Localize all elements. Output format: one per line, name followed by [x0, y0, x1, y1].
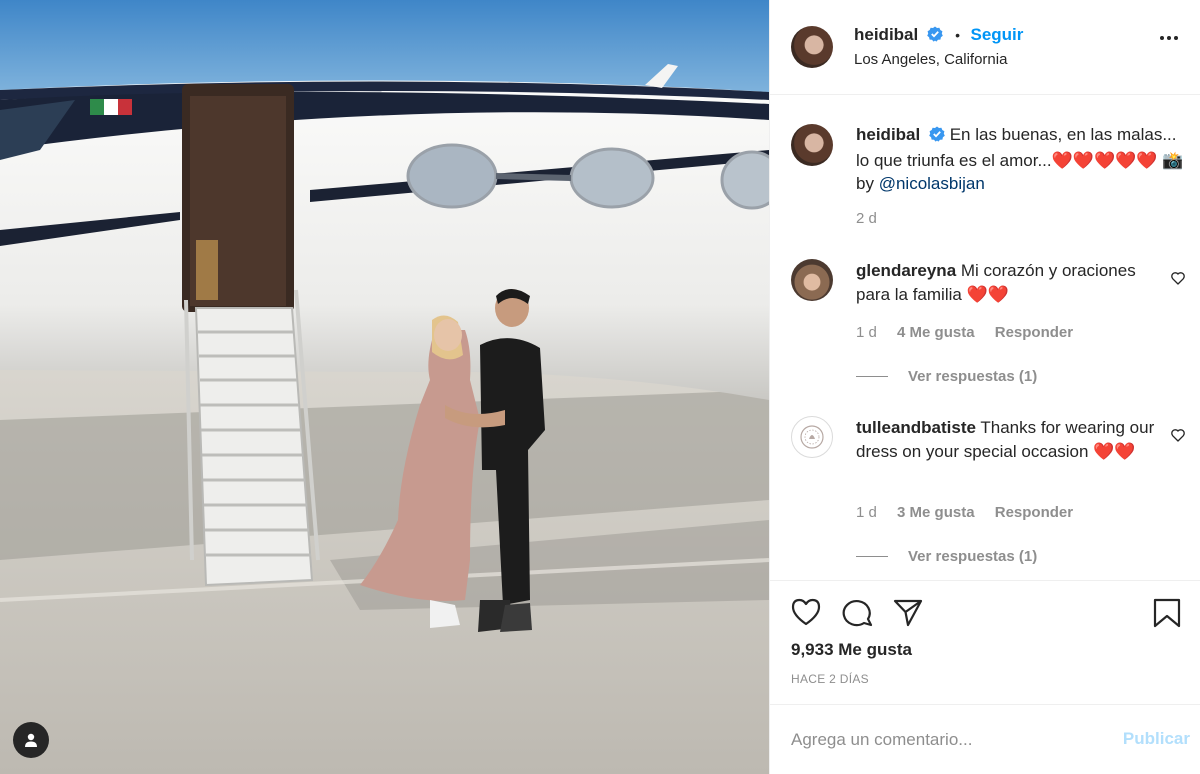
tagged-users-button[interactable]: [13, 722, 49, 758]
view-replies-button[interactable]: Ver respuestas (1): [856, 548, 1037, 565]
add-comment-bar: Publicar: [770, 704, 1200, 774]
action-bar: [770, 580, 1200, 628]
author-avatar[interactable]: [791, 26, 833, 68]
comment-like-heart-icon[interactable]: [1170, 427, 1186, 448]
save-bookmark-icon[interactable]: [1152, 597, 1182, 634]
comment-avatar[interactable]: [791, 416, 833, 458]
author-username[interactable]: heidibal: [854, 25, 918, 44]
comment-likes[interactable]: 4 Me gusta: [897, 324, 975, 341]
post-photo[interactable]: [0, 0, 769, 774]
view-replies-label: Ver respuestas (1): [908, 548, 1038, 565]
comment-username[interactable]: tulleandbatiste: [856, 418, 976, 437]
verified-badge-icon: [926, 26, 943, 47]
comments-list: heidibal En las buenas, en las malas... …: [770, 96, 1200, 580]
caption-timestamp[interactable]: 2 d: [856, 210, 877, 227]
brand-crest-icon: [800, 425, 824, 449]
share-paper-plane-icon[interactable]: [892, 597, 924, 632]
comment-input[interactable]: [791, 725, 1091, 755]
posted-timestamp[interactable]: HACE 2 DÍAS: [791, 672, 869, 686]
more-options-icon[interactable]: [1160, 36, 1178, 40]
comment-likes[interactable]: 3 Me gusta: [897, 504, 975, 521]
view-replies-label: Ver respuestas (1): [908, 368, 1038, 385]
caption-mention-link[interactable]: @nicolasbijan: [879, 174, 985, 193]
comment-avatar[interactable]: [791, 259, 833, 301]
post-header: heidibal • Seguir Los Angeles, Californi…: [770, 0, 1200, 95]
replies-divider-line: [856, 556, 888, 557]
author-line: heidibal • Seguir: [854, 25, 1023, 47]
comment: glendareyna Mi corazón y oraciones para …: [856, 259, 1166, 306]
follow-button[interactable]: Seguir: [971, 25, 1024, 44]
comment-bubble-icon[interactable]: [842, 597, 874, 632]
post-side-panel: heidibal • Seguir Los Angeles, Californi…: [769, 0, 1200, 774]
caption-avatar[interactable]: [791, 124, 833, 166]
comment-meta: 1 d 3 Me gusta Responder: [856, 504, 1089, 521]
publish-button[interactable]: Publicar: [1123, 729, 1190, 749]
separator-dot: •: [955, 27, 961, 43]
like-heart-icon[interactable]: [790, 597, 822, 632]
comment-username[interactable]: glendareyna: [856, 261, 956, 280]
likes-count[interactable]: 9,933 Me gusta: [791, 640, 912, 660]
caption: heidibal En las buenas, en las malas... …: [856, 123, 1186, 196]
comment-like-heart-icon[interactable]: [1170, 270, 1186, 291]
replies-divider-line: [856, 376, 888, 377]
verified-badge-icon: [929, 125, 945, 149]
reply-button[interactable]: Responder: [995, 324, 1073, 341]
caption-time: 2 d: [856, 210, 893, 227]
comment-meta: 1 d 4 Me gusta Responder: [856, 324, 1089, 341]
view-replies-button[interactable]: Ver respuestas (1): [856, 368, 1037, 385]
comment-time[interactable]: 1 d: [856, 324, 877, 341]
comment-time[interactable]: 1 d: [856, 504, 877, 521]
user-icon: [25, 733, 37, 747]
reply-button[interactable]: Responder: [995, 504, 1073, 521]
caption-username[interactable]: heidibal: [856, 125, 920, 144]
post-location[interactable]: Los Angeles, California: [854, 51, 1007, 68]
comment: tulleandbatiste Thanks for wearing our d…: [856, 416, 1156, 463]
jet-couple-photo: [0, 0, 769, 774]
